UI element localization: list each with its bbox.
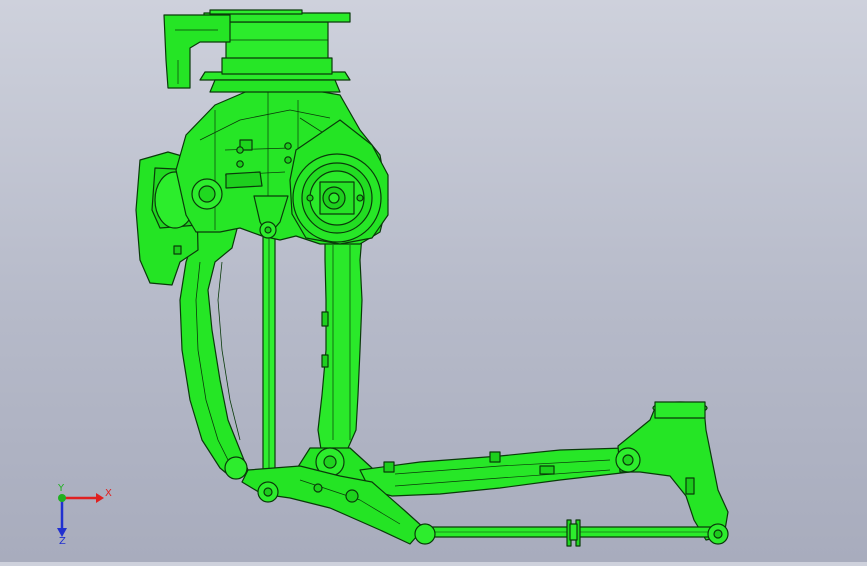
x-axis-label: X	[105, 488, 112, 499]
base-flange	[199, 71, 351, 93]
x-axis-arrowhead	[96, 493, 104, 503]
shoulder-joint-left	[191, 178, 223, 210]
y-axis-dot	[58, 494, 66, 502]
wrist-housing	[615, 401, 729, 541]
bottom-tie-rod	[424, 519, 716, 547]
upper-arm-column	[317, 235, 363, 457]
cad-viewport[interactable]	[0, 0, 867, 562]
z-axis-label: Z	[59, 536, 66, 546]
lower-arm-left-link	[179, 224, 249, 479]
y-axis-label: Y	[57, 483, 65, 494]
robot-arm-model[interactable]	[0, 0, 867, 562]
axis-triad: X Z Y	[44, 482, 124, 547]
forearm	[359, 447, 631, 497]
parallel-rod	[262, 221, 276, 473]
